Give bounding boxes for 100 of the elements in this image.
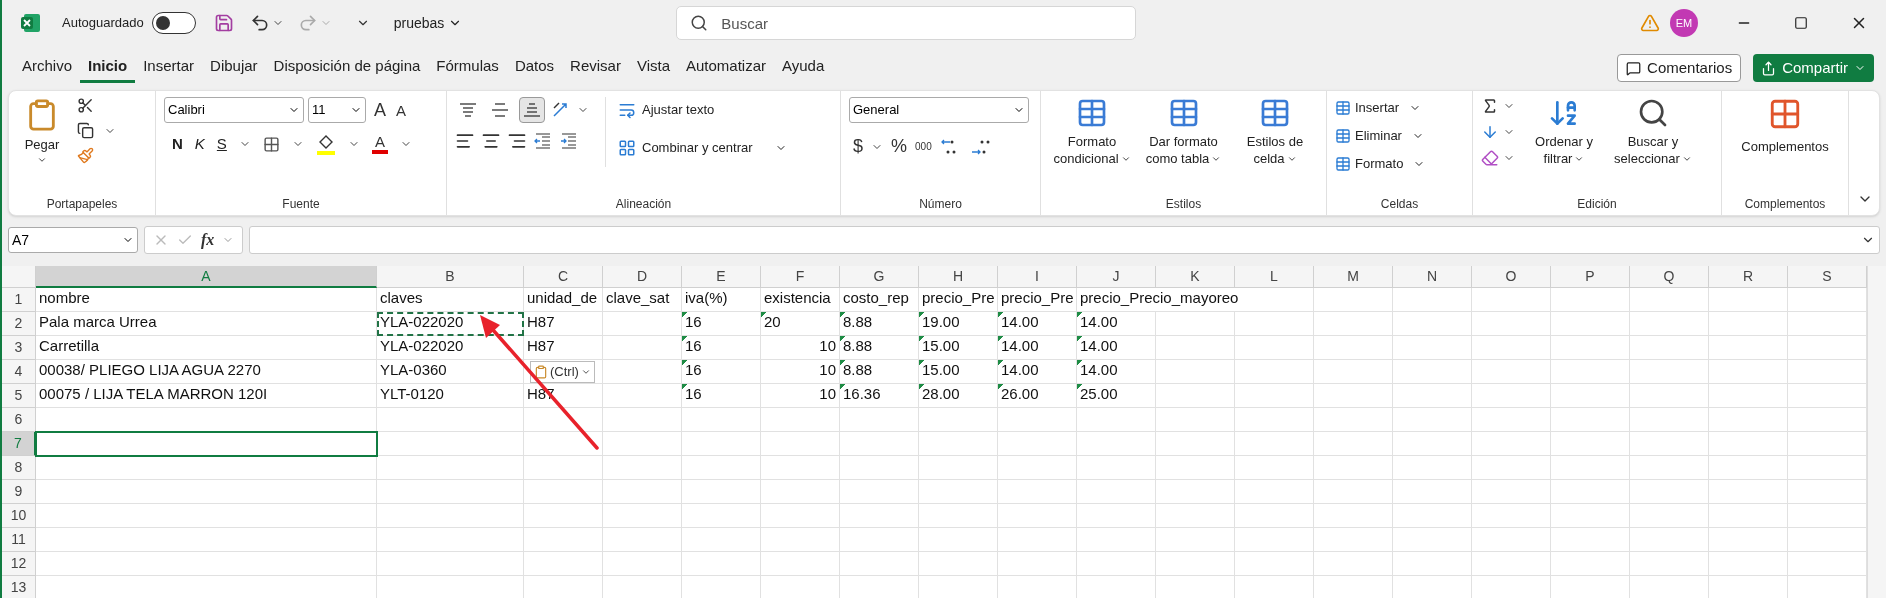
cells-button[interactable]: Insertar [1335,97,1426,119]
decrease-indent-icon[interactable] [533,131,553,151]
insert-function-button[interactable]: fx [201,228,215,252]
column-header[interactable]: I [998,266,1077,288]
share-button[interactable]: Compartir [1753,54,1874,82]
row-header[interactable]: 13 [2,576,36,598]
cells-button[interactable]: Formato [1335,153,1426,175]
comments-button[interactable]: Comentarios [1617,54,1742,82]
menu-tab[interactable]: Vista [628,53,678,83]
cut-icon[interactable] [77,97,94,114]
borders-icon[interactable] [262,135,280,153]
table-cell: 10 [761,384,840,408]
copy-icon[interactable] [77,122,94,139]
align-center-icon[interactable] [481,131,501,151]
cells-button[interactable]: Eliminar [1335,125,1426,147]
row-header[interactable]: 2 [2,312,36,336]
row-header[interactable]: 8 [2,456,36,480]
menu-tab[interactable]: Inicio [80,53,136,83]
row-header[interactable]: 7 [2,432,36,456]
paste-options-button[interactable]: (Ctrl) [530,361,595,383]
group-label: Portapapeles [46,196,118,213]
fill-color-icon[interactable] [315,133,336,156]
column-header[interactable]: M [1314,266,1393,288]
add-ins-button[interactable]: Complementos [1730,97,1840,157]
file-name-button[interactable]: pruebas [393,12,463,34]
menu-tab[interactable]: Automatizar [678,53,775,83]
column-header[interactable]: P [1551,266,1630,288]
styles-button[interactable]: Estilos de celda [1232,97,1318,167]
fill-down-icon[interactable] [1481,123,1499,141]
font-color-button[interactable]: A [371,134,388,155]
underline-button[interactable]: S [216,133,227,156]
row-header[interactable]: 11 [2,528,36,552]
column-header[interactable]: B [377,266,524,288]
bold-button[interactable]: N [172,133,183,156]
increase-indent-icon[interactable] [559,131,579,151]
column-header[interactable]: H [919,266,998,288]
grow-font-button[interactable]: A [374,101,386,119]
italic-button[interactable]: K [194,133,205,156]
row-header[interactable]: 9 [2,480,36,504]
menu-tab[interactable]: Fórmulas [428,53,507,83]
column-header[interactable]: N [1393,266,1472,288]
menu-tab[interactable]: Datos [506,53,563,83]
row-header[interactable]: 3 [2,336,36,360]
merge-center-button[interactable]: Combinar y centrar [618,135,787,161]
shrink-font-button[interactable]: A [396,102,407,118]
save-icon[interactable] [213,13,234,33]
search-field[interactable]: Buscar [676,6,1137,40]
undo-icon[interactable] [249,13,270,33]
column-header[interactable]: E [682,266,761,288]
align-left-icon[interactable] [455,131,475,151]
row-header[interactable]: 5 [2,384,36,408]
styles-button[interactable]: Formato condicional [1049,97,1135,167]
name-box[interactable]: A7 [8,227,138,253]
menu-tab[interactable]: Archivo [14,53,81,83]
format-painter-icon[interactable] [77,147,94,164]
column-header[interactable]: K [1156,266,1235,288]
menu-tab[interactable]: Disposición de página [265,53,429,83]
menu-tab[interactable]: Insertar [135,53,203,83]
menu-tab[interactable]: Dibujar [202,53,266,83]
column-header[interactable]: L [1235,266,1314,288]
font-name-dropdown[interactable]: Calibri [164,97,304,123]
eraser-icon[interactable] [1481,149,1499,167]
wrap-text-button[interactable]: Ajustar texto [618,97,787,123]
warning-icon[interactable] [1640,13,1660,33]
column-header[interactable]: O [1472,266,1551,288]
row-header[interactable]: 1 [2,288,36,312]
row-header[interactable]: 10 [2,504,36,528]
thousands-button[interactable]: 000 [915,139,932,154]
sort-filter-button[interactable]: Ordenar y filtrar [1527,97,1601,167]
percent-button[interactable]: % [891,133,908,160]
paste-button[interactable]: Pegar [17,97,67,165]
column-header[interactable]: G [840,266,919,288]
row-header[interactable]: 12 [2,552,36,576]
column-header[interactable]: J [1077,266,1156,288]
search-icon [1637,97,1669,129]
align-bottom-button[interactable] [519,97,545,123]
formula-input[interactable] [249,226,1880,254]
menu-tab[interactable]: Revisar [562,53,629,83]
autosave-toggle[interactable] [151,12,196,34]
number-format-dropdown[interactable]: General [849,97,1029,123]
column-header[interactable]: A [36,266,377,288]
styles-button[interactable]: Dar formato como tabla [1140,97,1227,167]
app-logo-icon[interactable] [20,12,42,34]
currency-button[interactable]: $ [853,133,863,160]
row-header[interactable]: 4 [2,360,36,384]
user-avatar[interactable]: EM [1670,9,1698,37]
table-cell: 28.00 [919,384,998,408]
find-select-button[interactable]: Buscar y seleccionar [1611,97,1695,167]
maximize-icon[interactable] [1794,16,1808,30]
column-header[interactable]: C [524,266,603,288]
column-header[interactable]: Q [1630,266,1709,288]
menu-tab[interactable]: Ayuda [774,53,833,83]
font-size-dropdown[interactable]: 11 [308,97,366,123]
align-right-icon[interactable] [507,131,527,151]
column-header[interactable]: F [761,266,840,288]
column-header[interactable]: D [603,266,682,288]
row-header[interactable]: 6 [2,408,36,432]
table-cell: 19.00 [919,312,998,336]
clipboard-icon [534,365,548,379]
column-header[interactable]: R [1709,266,1788,288]
